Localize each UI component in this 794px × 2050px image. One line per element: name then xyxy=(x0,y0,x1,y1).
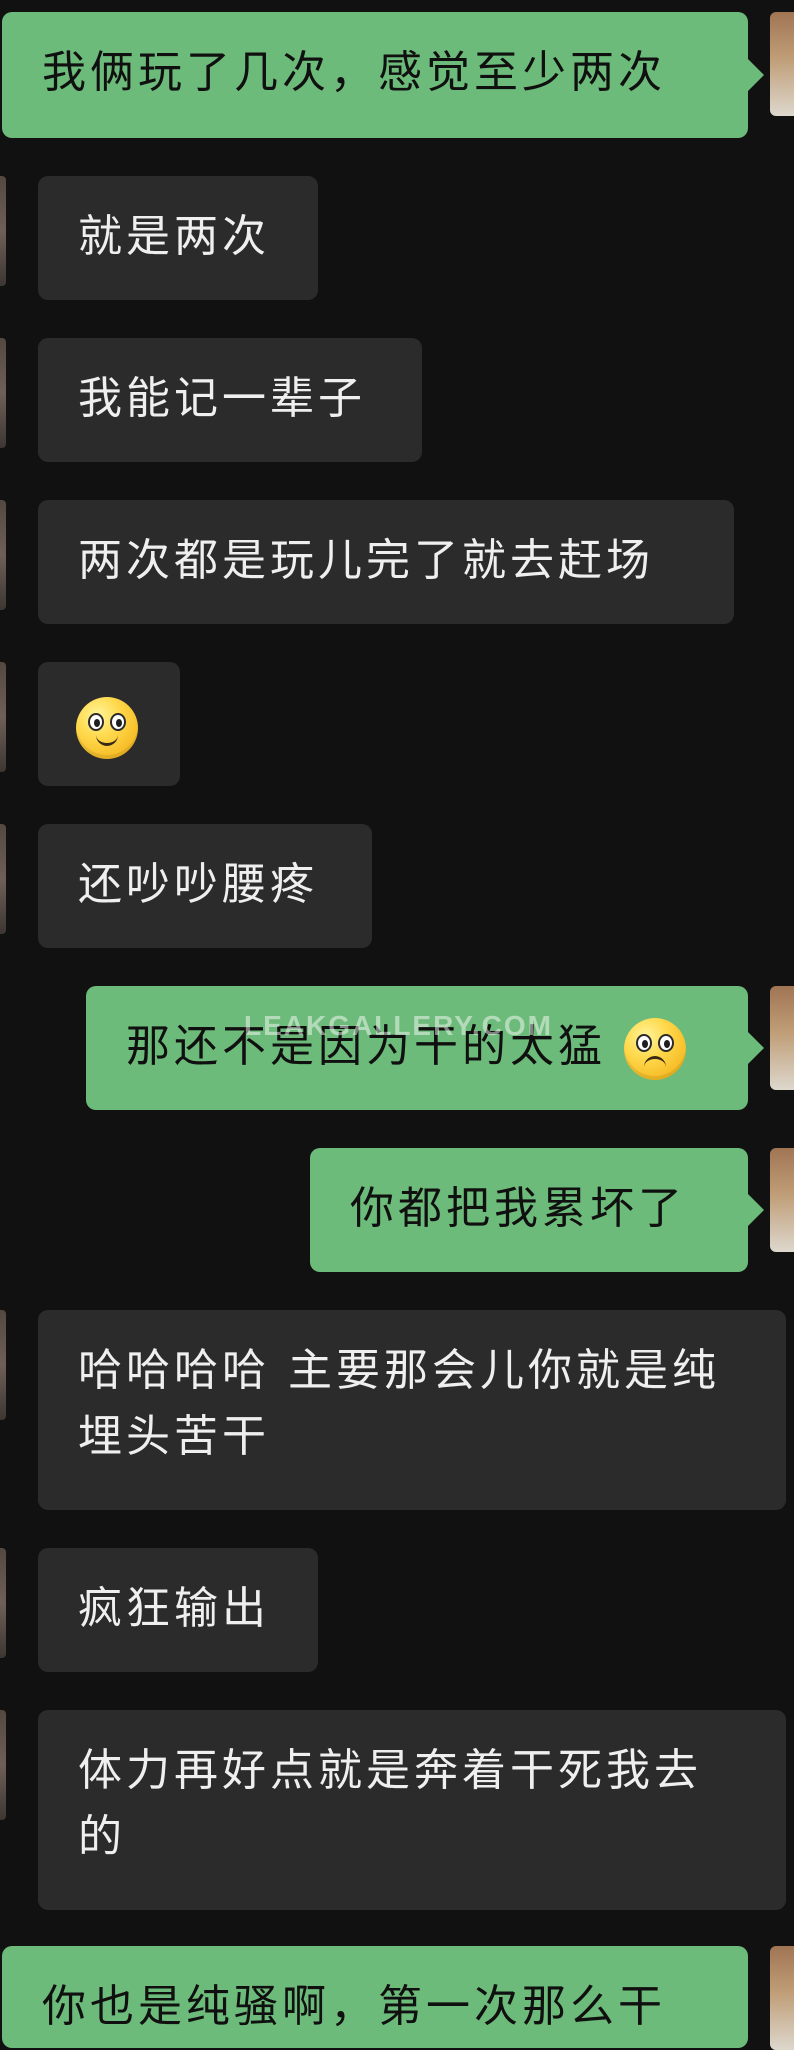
message-text: 你都把我累坏了 xyxy=(350,1183,686,1234)
avatar[interactable] xyxy=(770,1148,794,1252)
message-text: 你也是纯骚啊，第一次那么干 xyxy=(42,1981,666,2032)
avatar[interactable] xyxy=(770,12,794,116)
message-text: 两次都是玩儿完了就去赶场 xyxy=(78,535,654,586)
avatar[interactable] xyxy=(0,824,6,934)
avatar[interactable] xyxy=(770,1946,794,2050)
incoming-message[interactable]: 我能记一辈子 xyxy=(38,338,422,462)
incoming-message[interactable]: 两次都是玩儿完了就去赶场 xyxy=(38,500,734,624)
incoming-message[interactable]: 就是两次 xyxy=(38,176,318,300)
message-text: 那还不是因为干的太猛 xyxy=(126,1021,606,1072)
incoming-message[interactable]: 还吵吵腰疼 xyxy=(38,824,372,948)
message-text: 还吵吵腰疼 xyxy=(78,859,318,910)
outgoing-message[interactable]: 你也是纯骚啊，第一次那么干 xyxy=(2,1946,748,2048)
incoming-message[interactable]: 哈哈哈哈 主要那会儿你就是纯埋头苦干 xyxy=(38,1310,786,1510)
avatar[interactable] xyxy=(0,1310,6,1420)
message-text: 疯狂输出 xyxy=(78,1583,270,1634)
message-text: 哈哈哈哈 主要那会儿你就是纯埋头苦干 xyxy=(78,1345,720,1462)
smiling-face-icon xyxy=(76,697,138,759)
message-text: 体力再好点就是奔着干死我去的 xyxy=(78,1745,702,1862)
avatar[interactable] xyxy=(770,986,794,1090)
message-text: 我俩玩了几次，感觉至少两次 xyxy=(42,47,666,98)
message-text: 我能记一辈子 xyxy=(78,373,366,424)
outgoing-message[interactable]: 那还不是因为干的太猛 xyxy=(86,986,764,1110)
outgoing-message[interactable]: 你都把我累坏了 xyxy=(310,1148,764,1272)
incoming-message[interactable]: 体力再好点就是奔着干死我去的 xyxy=(38,1710,786,1910)
outgoing-message[interactable]: 我俩玩了几次，感觉至少两次 xyxy=(2,12,764,138)
message-text: 就是两次 xyxy=(78,211,270,262)
avatar[interactable] xyxy=(0,1710,6,1820)
pleading-face-icon xyxy=(624,1018,686,1080)
incoming-message[interactable] xyxy=(38,662,180,786)
avatar[interactable] xyxy=(0,662,6,772)
avatar[interactable] xyxy=(0,338,6,448)
avatar[interactable] xyxy=(0,1548,6,1658)
avatar[interactable] xyxy=(0,500,6,610)
avatar[interactable] xyxy=(0,176,6,286)
incoming-message[interactable]: 疯狂输出 xyxy=(38,1548,318,1672)
